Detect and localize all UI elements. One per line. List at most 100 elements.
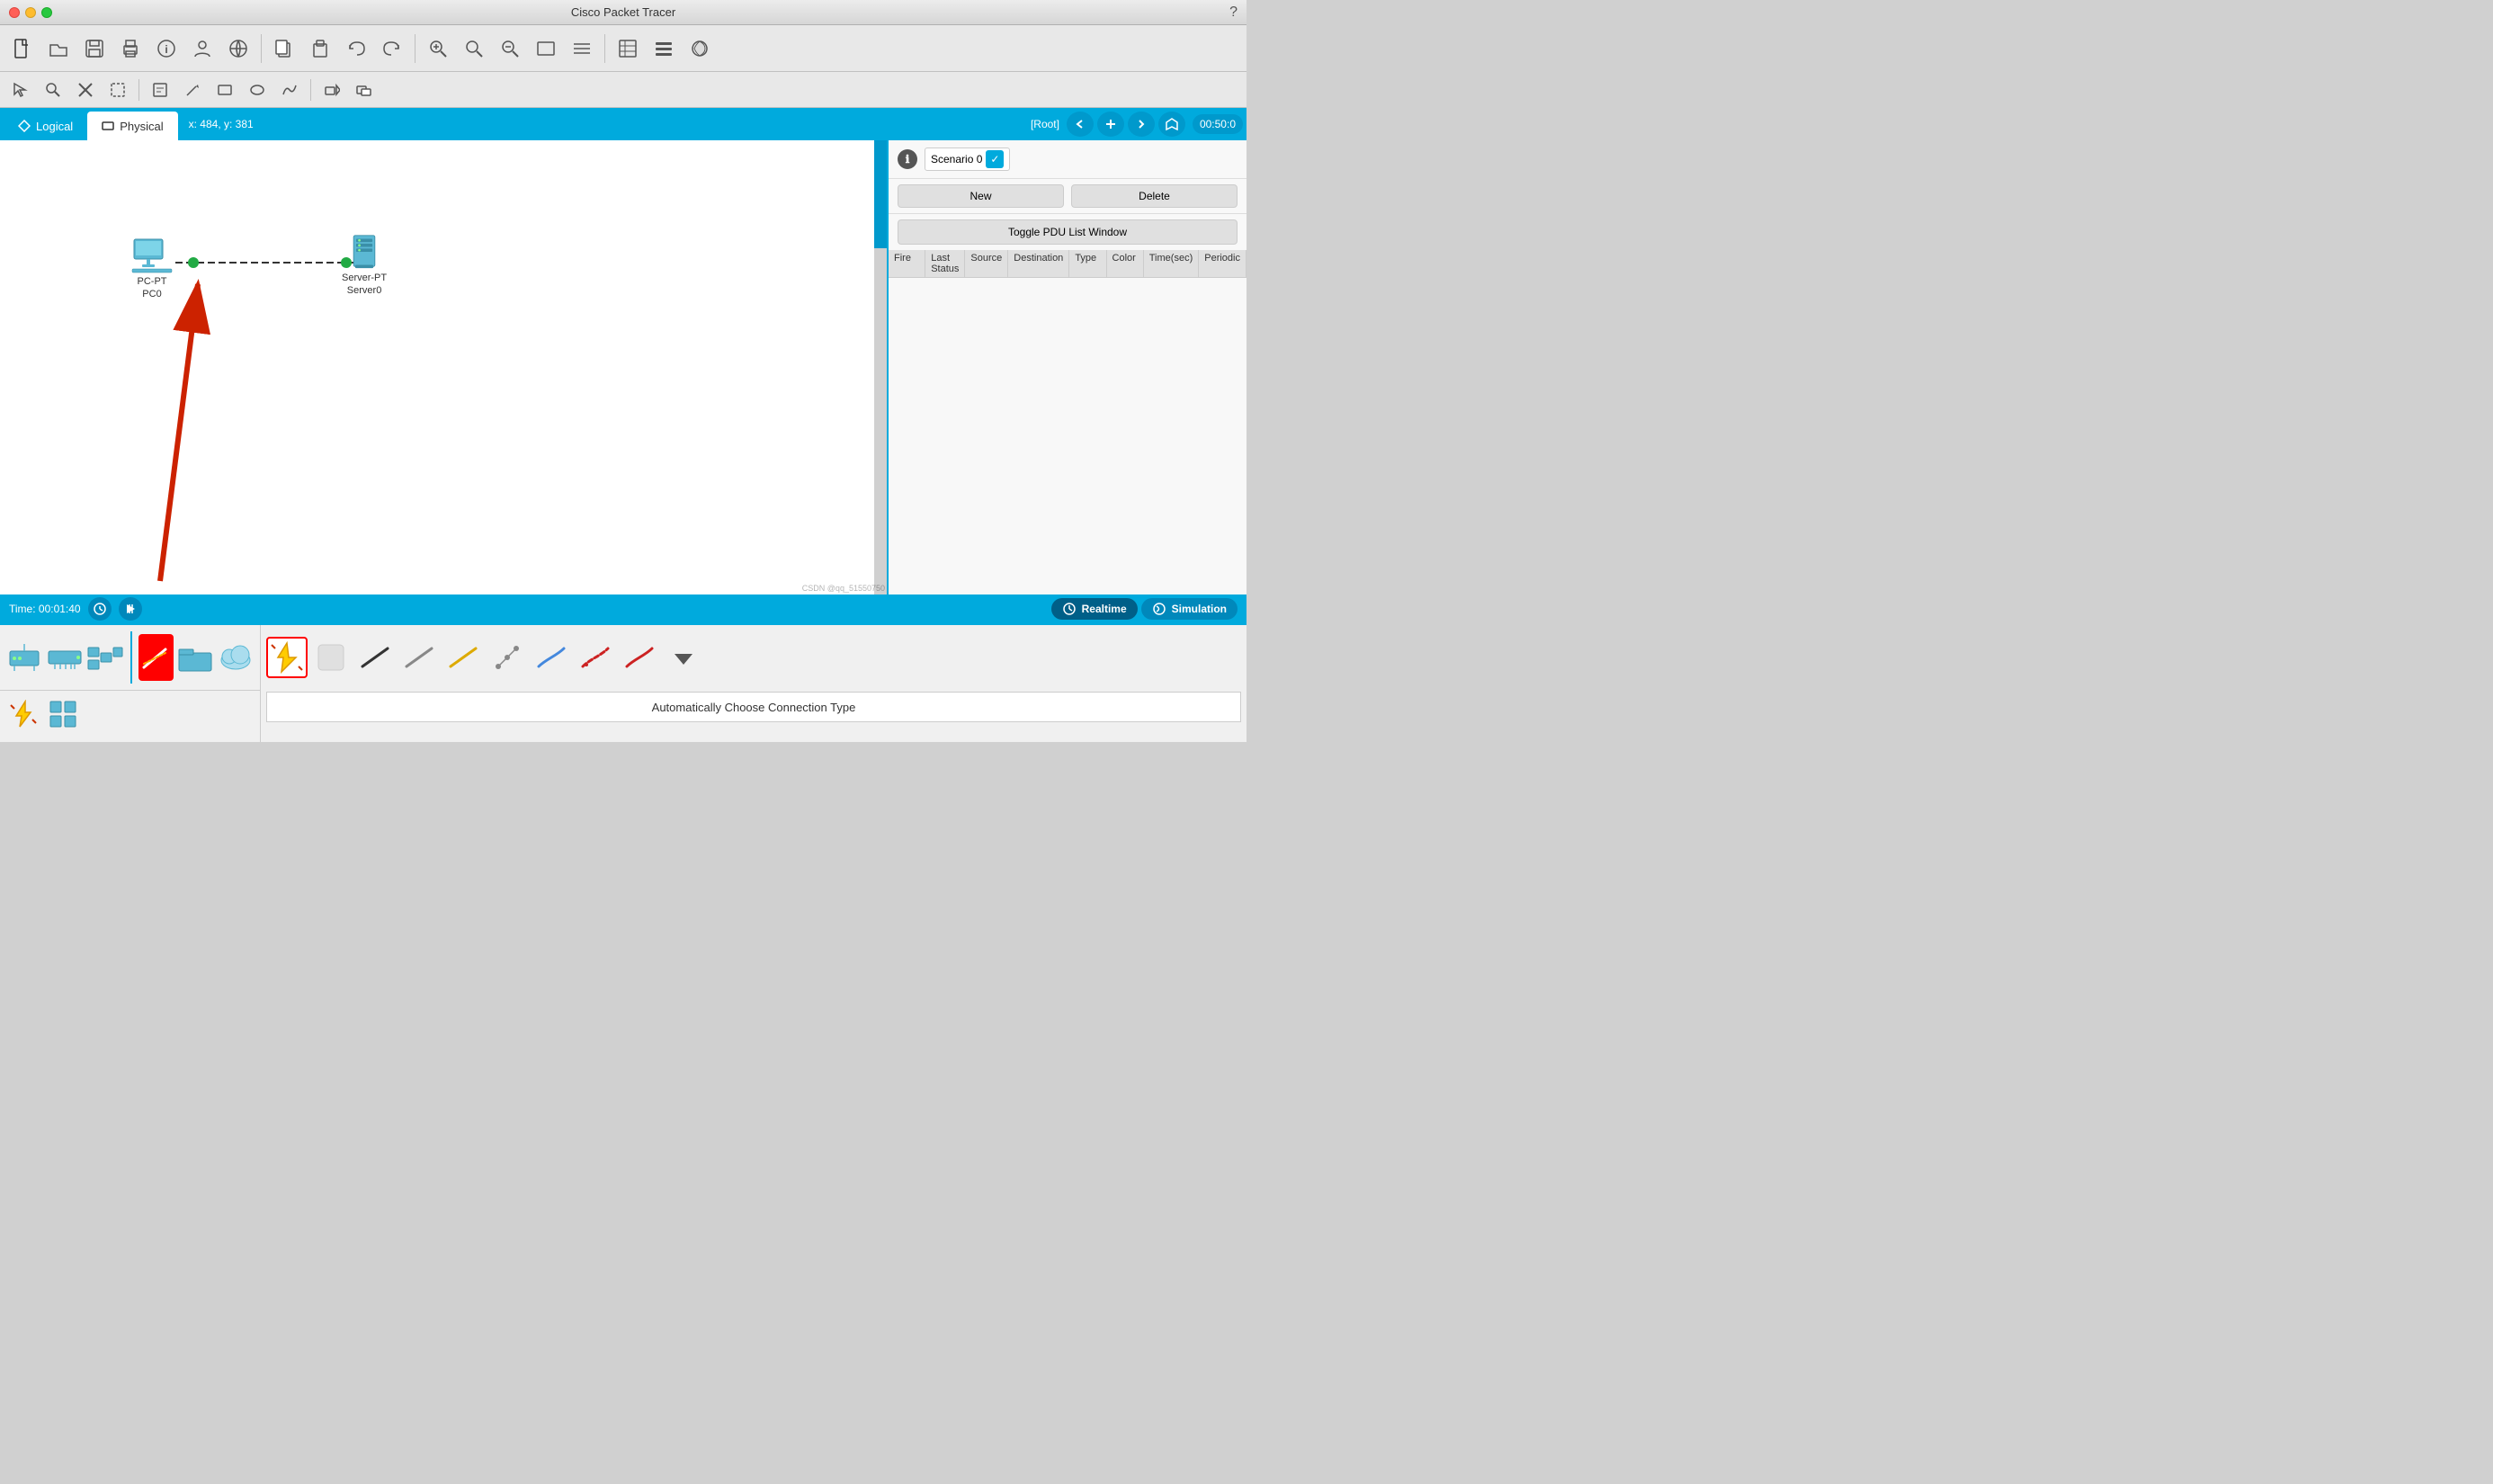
add-device-button[interactable] bbox=[1097, 112, 1124, 137]
scenario-check[interactable]: ✓ bbox=[986, 150, 1004, 168]
col-last-status: Last Status bbox=[925, 250, 965, 277]
maximize-button[interactable] bbox=[41, 7, 52, 18]
grid-device[interactable] bbox=[45, 698, 81, 730]
category-routers[interactable] bbox=[5, 634, 43, 681]
info-button[interactable]: i bbox=[149, 31, 183, 66]
misc-icon bbox=[176, 640, 214, 675]
copper-crossover-tool[interactable] bbox=[442, 637, 484, 678]
select-tool[interactable] bbox=[5, 76, 36, 103]
palette-button[interactable] bbox=[683, 31, 717, 66]
auto-connection-tool[interactable] bbox=[266, 637, 308, 678]
paste-button[interactable] bbox=[303, 31, 337, 66]
toggle-pdu-button[interactable]: Toggle PDU List Window bbox=[898, 219, 1238, 245]
physical-tab[interactable]: Physical bbox=[87, 112, 177, 140]
col-periodic: Periodic bbox=[1199, 250, 1246, 277]
copy-button[interactable] bbox=[267, 31, 301, 66]
open-file-button[interactable] bbox=[41, 31, 76, 66]
category-misc[interactable] bbox=[176, 634, 214, 681]
fiber-optic-icon bbox=[491, 641, 523, 674]
fit-screen-button[interactable] bbox=[529, 31, 563, 66]
scenario-buttons: New Delete bbox=[889, 179, 1246, 214]
phone-cable-tool[interactable] bbox=[531, 637, 572, 678]
category-cloud[interactable] bbox=[217, 634, 255, 681]
scrollbar[interactable] bbox=[874, 140, 887, 594]
root-controls: [Root] 00:50:0 bbox=[1031, 108, 1246, 140]
delete-tool[interactable] bbox=[70, 76, 101, 103]
fiber-optic-tool[interactable] bbox=[487, 637, 528, 678]
minimize-button[interactable] bbox=[25, 7, 36, 18]
new-file-button[interactable] bbox=[5, 31, 40, 66]
scenario-header: ℹ Scenario 0 ✓ bbox=[889, 140, 1246, 179]
mode-switch: Realtime Simulation bbox=[1051, 598, 1238, 620]
coaxial-cable-tool[interactable] bbox=[575, 637, 616, 678]
ellipse-tool[interactable] bbox=[242, 76, 273, 103]
copper-straight-tool[interactable] bbox=[398, 637, 440, 678]
root-label: [Root] bbox=[1031, 118, 1059, 130]
pen-tool[interactable] bbox=[177, 76, 208, 103]
search-tool[interactable] bbox=[38, 76, 68, 103]
console-cable-tool[interactable] bbox=[354, 637, 396, 678]
move-button[interactable] bbox=[1128, 112, 1155, 137]
serial-dce-tool[interactable] bbox=[619, 637, 660, 678]
window-title: Cisco Packet Tracer bbox=[571, 5, 675, 19]
close-button[interactable] bbox=[9, 7, 20, 18]
network-button[interactable] bbox=[221, 31, 255, 66]
mode-tabs-bar: Logical Physical x: 484, y: 381 [Root] 0… bbox=[0, 108, 1246, 140]
more-connections-button[interactable] bbox=[663, 637, 704, 678]
map-button[interactable] bbox=[1158, 112, 1185, 137]
new-scenario-button[interactable]: New bbox=[898, 184, 1064, 208]
device-server0[interactable]: Server-PT Server0 bbox=[342, 234, 387, 298]
topology-button[interactable] bbox=[611, 31, 645, 66]
back-button[interactable] bbox=[1067, 112, 1094, 137]
scroll-thumb[interactable] bbox=[874, 140, 887, 248]
config-button[interactable] bbox=[647, 31, 681, 66]
hubs-icon bbox=[86, 640, 124, 675]
pc0-label: PC-PT PC0 bbox=[138, 275, 167, 301]
serial-dce-icon bbox=[623, 641, 656, 674]
play-button[interactable] bbox=[119, 597, 142, 621]
note-tool[interactable] bbox=[145, 76, 175, 103]
title-bar: Cisco Packet Tracer ? bbox=[0, 0, 1246, 25]
event-table-header: Fire Last Status Source Destination Type… bbox=[889, 250, 1246, 278]
pc-icon bbox=[130, 237, 174, 273]
pdu-complex-tool[interactable] bbox=[349, 76, 380, 103]
traffic-lights bbox=[9, 7, 52, 18]
copper-crossover-icon bbox=[447, 641, 479, 674]
print-button[interactable] bbox=[113, 31, 147, 66]
category-hubs[interactable] bbox=[86, 634, 124, 681]
zoom-button[interactable] bbox=[457, 31, 491, 66]
rectangle-tool[interactable] bbox=[210, 76, 240, 103]
logical-tab[interactable]: Logical bbox=[4, 112, 87, 140]
console-cable-icon bbox=[359, 641, 391, 674]
zoom-out-button[interactable] bbox=[493, 31, 527, 66]
col-time: Time(sec) bbox=[1144, 250, 1199, 277]
user-button[interactable] bbox=[185, 31, 219, 66]
zoom-in-glass-button[interactable] bbox=[421, 31, 455, 66]
cloud-icon bbox=[217, 640, 255, 675]
grid-icon bbox=[49, 700, 77, 729]
reset-time-button[interactable] bbox=[88, 597, 112, 621]
col-destination: Destination bbox=[1008, 250, 1069, 277]
freehand-tool[interactable] bbox=[274, 76, 305, 103]
scenario-select[interactable]: Scenario 0 ✓ bbox=[925, 148, 1010, 171]
help-button[interactable]: ? bbox=[1229, 4, 1238, 21]
device-pc0[interactable]: PC-PT PC0 bbox=[130, 237, 174, 301]
category-connections[interactable] bbox=[138, 634, 174, 681]
null-connection-tool[interactable] bbox=[310, 637, 352, 678]
category-switches[interactable] bbox=[46, 634, 84, 681]
realtime-mode-button[interactable]: Realtime bbox=[1051, 598, 1138, 620]
col-source: Source bbox=[965, 250, 1008, 277]
undo-button[interactable] bbox=[339, 31, 373, 66]
simulation-mode-button[interactable]: Simulation bbox=[1141, 598, 1238, 620]
save-button[interactable] bbox=[77, 31, 112, 66]
lightning-device[interactable] bbox=[5, 698, 41, 730]
network-connections bbox=[0, 140, 887, 594]
list-view-button[interactable] bbox=[565, 31, 599, 66]
col-color: Color bbox=[1107, 250, 1144, 277]
redo-button[interactable] bbox=[375, 31, 409, 66]
delete-scenario-button[interactable]: Delete bbox=[1071, 184, 1238, 208]
area-select-tool[interactable] bbox=[103, 76, 133, 103]
pdu-simple-tool[interactable] bbox=[317, 76, 347, 103]
canvas-area[interactable]: PC-PT PC0 Server-PT Serv bbox=[0, 140, 887, 594]
connection-type-label: Automatically Choose Connection Type bbox=[266, 692, 1241, 722]
